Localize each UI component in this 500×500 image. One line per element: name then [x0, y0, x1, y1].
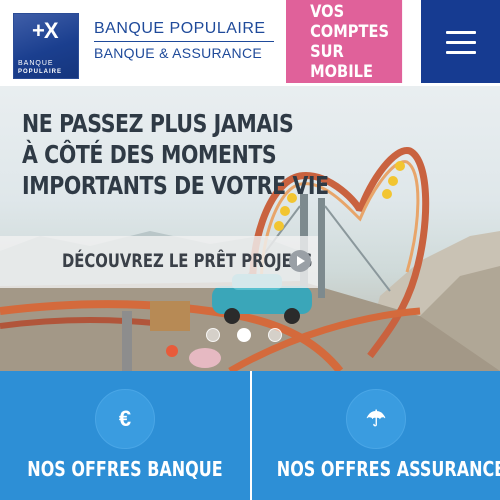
offers-assurance-tile[interactable]: ☂ NOS OFFRES ASSURANCE — [252, 371, 500, 500]
logo-text-line2: POPULAIRE — [18, 69, 63, 75]
logo-text-line1: BANQUE — [18, 60, 54, 67]
mobile-accounts-label-line2: SUR MOBILE — [310, 41, 373, 82]
carousel-dot-2[interactable] — [237, 328, 251, 342]
brand-tagline: BANQUE & ASSURANCE — [94, 45, 262, 61]
hamburger-icon — [445, 30, 476, 54]
offers-banque-tile[interactable]: € NOS OFFRES BANQUE — [0, 371, 250, 500]
mobile-accounts-label-line1: VOS COMPTES — [310, 1, 389, 42]
headline-line3: IMPORTANTS DE VOTRE VIE — [22, 171, 329, 200]
banque-populaire-logo[interactable]: +X BANQUE POPULAIRE — [14, 14, 78, 78]
brand-name-line1: BANQUE POPULAIRE — [94, 20, 274, 42]
headline-line1: NE PASSEZ PLUS JAMAIS — [22, 109, 294, 138]
play-icon[interactable] — [289, 250, 311, 272]
euro-icon: € — [95, 389, 155, 449]
carousel-indicators — [206, 328, 282, 342]
cta-label: DÉCOUVREZ LE PRÊT PROJETS — [62, 250, 313, 272]
pret-projets-cta[interactable]: DÉCOUVREZ LE PRÊT PROJETS — [0, 236, 318, 288]
carousel-dot-1[interactable] — [206, 328, 220, 342]
headline-line2: À CÔTÉ DES MOMENTS — [22, 140, 277, 169]
site-header: +X BANQUE POPULAIRE BANQUE POPULAIRE BAN… — [0, 0, 500, 87]
umbrella-icon: ☂ — [346, 389, 406, 449]
menu-button[interactable] — [421, 0, 500, 83]
hero-headline: NE PASSEZ PLUS JAMAIS À CÔTÉ DES MOMENTS… — [22, 108, 329, 201]
logo-mark: +X — [32, 18, 59, 43]
brand-name: BANQUE POPULAIRE BANQUE & ASSURANCE — [94, 20, 274, 61]
mobile-accounts-button[interactable]: VOS COMPTES SUR MOBILE — [286, 0, 403, 83]
carousel-dot-3[interactable] — [268, 328, 282, 342]
hero-banner[interactable]: NE PASSEZ PLUS JAMAIS À CÔTÉ DES MOMENTS… — [0, 86, 500, 371]
offers-banque-label: NOS OFFRES BANQUE — [27, 457, 223, 481]
offers-assurance-label: NOS OFFRES ASSURANCE — [276, 457, 500, 481]
